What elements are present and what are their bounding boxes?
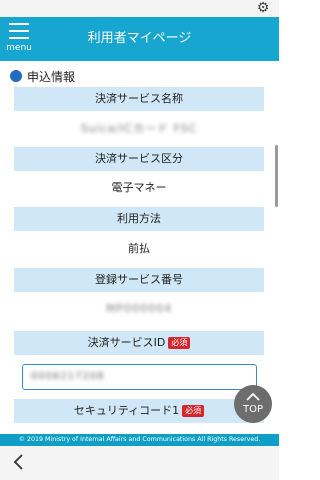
bullet-icon — [10, 70, 22, 82]
required-badge: 必須 — [168, 337, 191, 349]
payment-id-header: 決済サービスID 必須 — [14, 331, 264, 355]
required-badge: 必須 — [182, 405, 205, 417]
service-type-value: 電子マネー — [111, 181, 167, 194]
copyright-footer: © 2019 Ministry of Internal Affairs and … — [0, 434, 279, 446]
registration-number-header: 登録サービス番号 — [14, 268, 264, 292]
page-title: 利用者マイページ — [87, 31, 192, 46]
section-heading: 申込情報 — [10, 67, 75, 85]
security-code-label: セキュリティコード1 — [73, 404, 180, 417]
scrollbar[interactable] — [275, 145, 278, 207]
main-content: 申込情報 決済サービス名称 Suica/ICカード FSC 決済サービス区分 電… — [0, 61, 279, 434]
payment-id-input[interactable]: 0006217208 — [22, 364, 257, 390]
top-button-label: TOP — [242, 404, 263, 415]
usage-method-header: 利用方法 — [14, 207, 264, 231]
section-heading-label: 申込情報 — [27, 69, 76, 84]
gear-icon[interactable]: ⚙ — [255, 0, 271, 16]
chevron-up-icon — [234, 390, 272, 404]
service-type-header: 決済サービス区分 — [14, 147, 264, 171]
top-status-bar: ⚙ — [0, 0, 279, 17]
app-header: menu 利用者マイページ — [0, 17, 279, 61]
scroll-to-top-button[interactable]: TOP — [234, 385, 272, 423]
service-name-value: Suica/ICカード FSC — [80, 122, 198, 135]
payment-id-label: 決済サービスID — [87, 336, 166, 349]
security-code-header: セキュリティコード1 必須 — [14, 399, 264, 423]
browser-bottom-bar — [0, 446, 279, 480]
registration-number-value: MP000004 — [105, 302, 173, 315]
usage-method-value: 前払 — [128, 242, 150, 255]
back-arrow-icon[interactable] — [10, 452, 30, 472]
service-name-header: 決済サービス名称 — [14, 87, 264, 111]
